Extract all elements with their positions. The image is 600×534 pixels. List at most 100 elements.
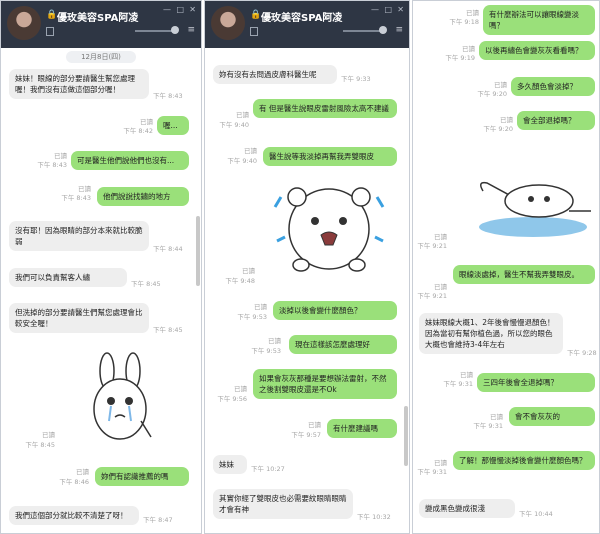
close-icon[interactable]: ✕: [189, 5, 196, 14]
message-bubble-incoming: 妹妹！眼線的部分要請醫生幫您處理喔！我們沒有這做這個部分喔！: [9, 69, 149, 99]
message-bubble-outgoing: 以後再繡色會變灰灰看看嗎？: [479, 41, 595, 60]
read-receipt: 已讀: [462, 45, 475, 53]
message-bubble-outgoing: 有什麼建議嗎: [327, 419, 397, 438]
scrollbar[interactable]: [196, 216, 200, 286]
message-time: 下午 8:45: [153, 326, 183, 334]
chat-title: 優玫美容SPA阿凌: [261, 13, 343, 24]
avatar[interactable]: [211, 6, 245, 40]
bookmark-icon[interactable]: [250, 27, 258, 36]
read-receipt: 已讀: [140, 118, 153, 126]
message-time: 下午 9:21: [417, 292, 447, 300]
message-bubble-outgoing: 可是醫生他們說他們也沒有...: [71, 151, 189, 170]
read-receipt: 已讀: [76, 468, 89, 476]
bookmark-icon[interactable]: [46, 27, 54, 36]
slider-knob[interactable]: [171, 26, 179, 34]
message-bubble-outgoing: 如果會灰灰那種是要想辦法雷射，不然之後割雙眼皮還是不Ok: [253, 369, 397, 399]
menu-icon[interactable]: ≡: [187, 25, 195, 35]
message-bubble-incoming: 妹妹眼線大概1、2年後會慢慢退顏色！因為當初有幫你植色過，所以您的眼色大概也會維…: [419, 313, 563, 354]
chat-header: 🔒 優玫美容SPA阿凌 — □ ✕ ≡: [1, 1, 201, 48]
slider-knob[interactable]: [379, 26, 387, 34]
read-receipt: 已讀: [254, 303, 267, 311]
message-bubble-incoming: 妳有沒有去問過皮膚科醫生呢: [213, 65, 337, 84]
read-receipt: 已讀: [460, 371, 473, 379]
message-time: 下午 8:45: [131, 280, 161, 288]
message-time: 下午 9:48: [225, 277, 255, 285]
chat-title: 優玫美容SPA阿凌: [57, 13, 139, 24]
message-time: 下午 9:21: [417, 242, 447, 250]
melting-rabbit-sticker: [479, 181, 591, 237]
message-time: 下午 10:32: [357, 513, 391, 521]
read-receipt: 已讀: [466, 9, 479, 17]
avatar[interactable]: [7, 6, 41, 40]
message-time: 下午 9:56: [217, 395, 247, 403]
message-bubble-incoming: 妹妹: [213, 455, 247, 474]
read-receipt: 已讀: [434, 233, 447, 241]
read-receipt: 已讀: [268, 337, 281, 345]
message-time: 下午 9:57: [291, 431, 321, 439]
message-time: 下午 10:44: [519, 510, 553, 518]
read-receipt: 已讀: [434, 459, 447, 467]
message-time: 下午 9:40: [219, 121, 249, 129]
message-bubble-incoming: 我們這個部分就比較不清楚了呀！: [9, 506, 139, 525]
maximize-icon[interactable]: □: [176, 5, 184, 14]
message-time: 下午 9:18: [449, 18, 479, 26]
read-receipt: 已讀: [78, 185, 91, 193]
read-receipt: 已讀: [308, 421, 321, 429]
message-bubble-incoming: 我們可以負責幫客人繡: [9, 268, 127, 287]
message-bubble-outgoing: 妳們有認識推薦的嗎: [95, 467, 189, 486]
read-receipt: 已讀: [490, 413, 503, 421]
message-time: 下午 8:43: [61, 194, 91, 202]
close-icon[interactable]: ✕: [397, 5, 404, 14]
message-time: 下午 9:31: [443, 380, 473, 388]
message-time: 下午 8:43: [37, 161, 67, 169]
lock-icon: 🔒: [46, 10, 58, 20]
volume-slider[interactable]: [135, 30, 175, 32]
message-bubble-outgoing: 他們說說找鏽的地方: [97, 187, 189, 206]
read-receipt: 已讀: [434, 283, 447, 291]
chat-panel-2: 🔒 優玫美容SPA阿凌 — □ ✕ ≡ 妳有沒有去問過皮膚科醫生呢 下午 9:3…: [204, 0, 410, 534]
message-bubble-incoming: 但洗掉的部分要請醫生們幫您處理會比較安全喔！: [9, 303, 149, 333]
message-bubble-outgoing: 淡掉以後會變什麼顏色？: [273, 301, 397, 320]
message-time: 下午 8:45: [25, 441, 55, 449]
message-time: 下午 9:53: [237, 313, 267, 321]
crying-bear-sticker: [273, 187, 385, 272]
message-bubble-incoming: 變成黑色變成很淺: [419, 499, 515, 518]
read-receipt: 已讀: [42, 431, 55, 439]
chat-header: 🔒 優玫美容SPA阿凌 — □ ✕ ≡: [205, 1, 409, 48]
lock-icon: 🔒: [250, 10, 262, 20]
minimize-icon[interactable]: —: [371, 5, 379, 14]
maximize-icon[interactable]: □: [384, 5, 392, 14]
message-time: 下午 9:19: [445, 54, 475, 62]
message-bubble-outgoing: 醫生說等我淡掉再幫我弄雙眼皮: [263, 147, 397, 166]
message-bubble-outgoing: 喔...: [157, 116, 189, 135]
message-time: 下午 9:33: [341, 75, 371, 83]
menu-icon[interactable]: ≡: [395, 25, 403, 35]
message-bubble-outgoing: 眼線淡處掉，醫生不幫我弄雙眼皮。: [453, 265, 595, 284]
chat-panel-3: 已讀 下午 9:18 有什麼辦法可以讓眼線變淡嗎？ 已讀 下午 9:19 以後再…: [412, 0, 600, 534]
message-bubble-outgoing: 有什麼辦法可以讓眼線變淡嗎？: [483, 5, 595, 35]
read-receipt: 已讀: [500, 116, 513, 124]
scrollbar[interactable]: [404, 406, 408, 466]
message-time: 下午 9:31: [417, 468, 447, 476]
message-time: 下午 9:20: [477, 90, 507, 98]
message-time: 下午 9:20: [483, 125, 513, 133]
message-time: 下午 8:42: [123, 127, 153, 135]
message-bubble-outgoing: 會不會灰灰的: [509, 407, 595, 426]
message-time: 下午 8:46: [59, 478, 89, 486]
date-separator: 12月8日(四): [66, 51, 136, 63]
message-bubble-outgoing: 會全部退掉嗎？: [517, 111, 595, 130]
chat-panel-1: 🔒 優玫美容SPA阿凌 — □ ✕ ≡ 12月8日(四) 妹妹！眼線的部分要請醫…: [0, 0, 202, 534]
message-time: 下午 10:27: [251, 465, 285, 473]
message-time: 下午 9:53: [251, 347, 281, 355]
message-bubble-outgoing: 三四年後會全退掉嗎？: [477, 373, 595, 392]
read-receipt: 已讀: [242, 267, 255, 275]
message-time: 下午 8:47: [143, 516, 173, 524]
minimize-icon[interactable]: —: [163, 5, 171, 14]
read-receipt: 已讀: [236, 111, 249, 119]
message-bubble-outgoing: 了解！那慢慢淡掉後會變什麼顏色嗎？: [453, 451, 595, 470]
volume-slider[interactable]: [343, 30, 383, 32]
read-receipt: 已讀: [54, 152, 67, 160]
message-time: 下午 8:43: [153, 92, 183, 100]
message-time: 下午 8:44: [153, 245, 183, 253]
message-bubble-outgoing: 現在這樣該怎麼處理好: [289, 335, 397, 354]
